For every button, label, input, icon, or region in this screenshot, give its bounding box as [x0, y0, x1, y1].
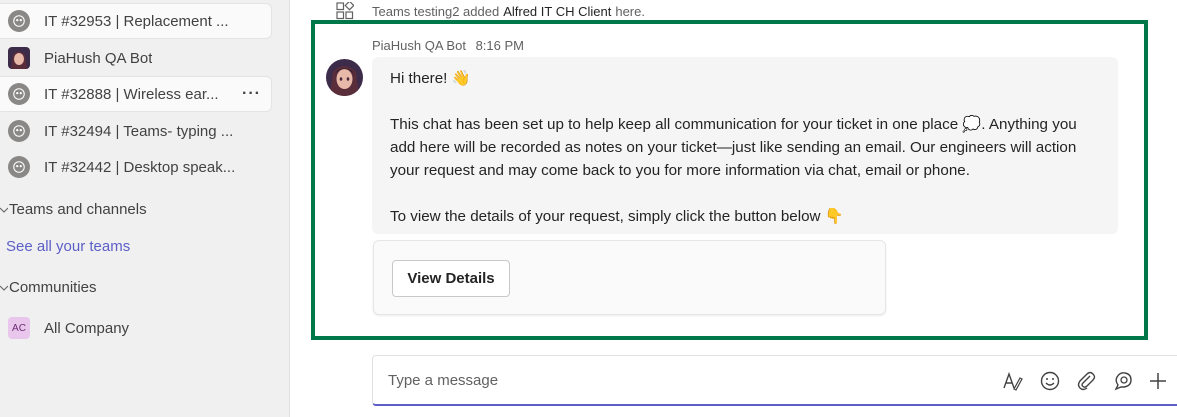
group-chat-icon [8, 156, 30, 178]
communities-header[interactable]: Communities [0, 279, 97, 296]
loop-icon[interactable] [1112, 370, 1134, 392]
plus-icon[interactable] [1147, 370, 1169, 392]
community-label: All Company [44, 319, 130, 337]
sidebar: IT #32953 | Replacement ... PiaHush QA B… [0, 0, 290, 417]
message-time: 8:16 PM [475, 38, 524, 53]
attach-icon[interactable] [1075, 370, 1097, 392]
sender-avatar[interactable] [326, 59, 363, 96]
view-details-button[interactable]: View Details [392, 260, 510, 297]
message-greeting: Hi there! 👋 [390, 70, 471, 87]
more-options-icon[interactable]: ··· [242, 85, 261, 103]
sender-name: PiaHush QA Bot [372, 38, 466, 53]
chat-item-label: IT #32494 | Teams- typing ... [44, 122, 234, 140]
message-meta: PiaHush QA Bot 8:16 PM [372, 38, 524, 53]
apps-icon [336, 2, 354, 20]
system-message-prefix: Teams testing2 added [372, 3, 500, 19]
chat-item-it-32953[interactable]: IT #32953 | Replacement ... [0, 3, 272, 39]
chat-item-label: IT #32888 | Wireless ear... [44, 85, 219, 103]
system-message-app[interactable]: Alfred IT CH Client [503, 4, 611, 19]
group-chat-icon [8, 120, 30, 142]
teams-channels-label: Teams and channels [9, 201, 147, 218]
see-all-teams-link[interactable]: See all your teams [6, 238, 130, 255]
chat-item-piahush-bot[interactable]: PiaHush QA Bot [0, 40, 272, 76]
adaptive-card: View Details [373, 240, 886, 315]
emoji-icon[interactable] [1039, 370, 1061, 392]
chat-item-label: PiaHush QA Bot [44, 49, 153, 67]
communities-label: Communities [9, 279, 97, 296]
chat-item-label: IT #32442 | Desktop speak... [44, 158, 236, 176]
message-bubble: Hi there! 👋 This chat has been set up to… [372, 57, 1118, 234]
chevron-down-icon [0, 285, 8, 291]
community-all-company[interactable]: AC All Company [0, 310, 272, 346]
chat-item-label: IT #32953 | Replacement ... [44, 12, 229, 30]
message-input[interactable]: Type a message [388, 372, 498, 389]
chat-item-it-32888[interactable]: IT #32888 | Wireless ear... ··· [0, 76, 272, 112]
format-icon[interactable] [1001, 370, 1023, 392]
system-message: Teams testing2 added Alfred IT CH Client… [336, 2, 645, 20]
group-chat-icon [8, 83, 30, 105]
system-message-suffix: here. [615, 3, 645, 19]
community-badge: AC [8, 317, 30, 339]
message-body-instruction: To view the details of your request, sim… [390, 208, 844, 225]
message-composer[interactable]: Type a message [372, 355, 1177, 406]
teams-channels-header[interactable]: Teams and channels [0, 201, 147, 218]
chat-item-it-32494[interactable]: IT #32494 | Teams- typing ... [0, 113, 272, 149]
chevron-down-icon [0, 207, 8, 213]
chat-item-it-32442[interactable]: IT #32442 | Desktop speak... [0, 149, 272, 185]
bot-avatar [8, 47, 30, 69]
message-body-paragraph: This chat has been set up to help keep a… [390, 116, 1077, 179]
group-chat-icon [8, 10, 30, 32]
